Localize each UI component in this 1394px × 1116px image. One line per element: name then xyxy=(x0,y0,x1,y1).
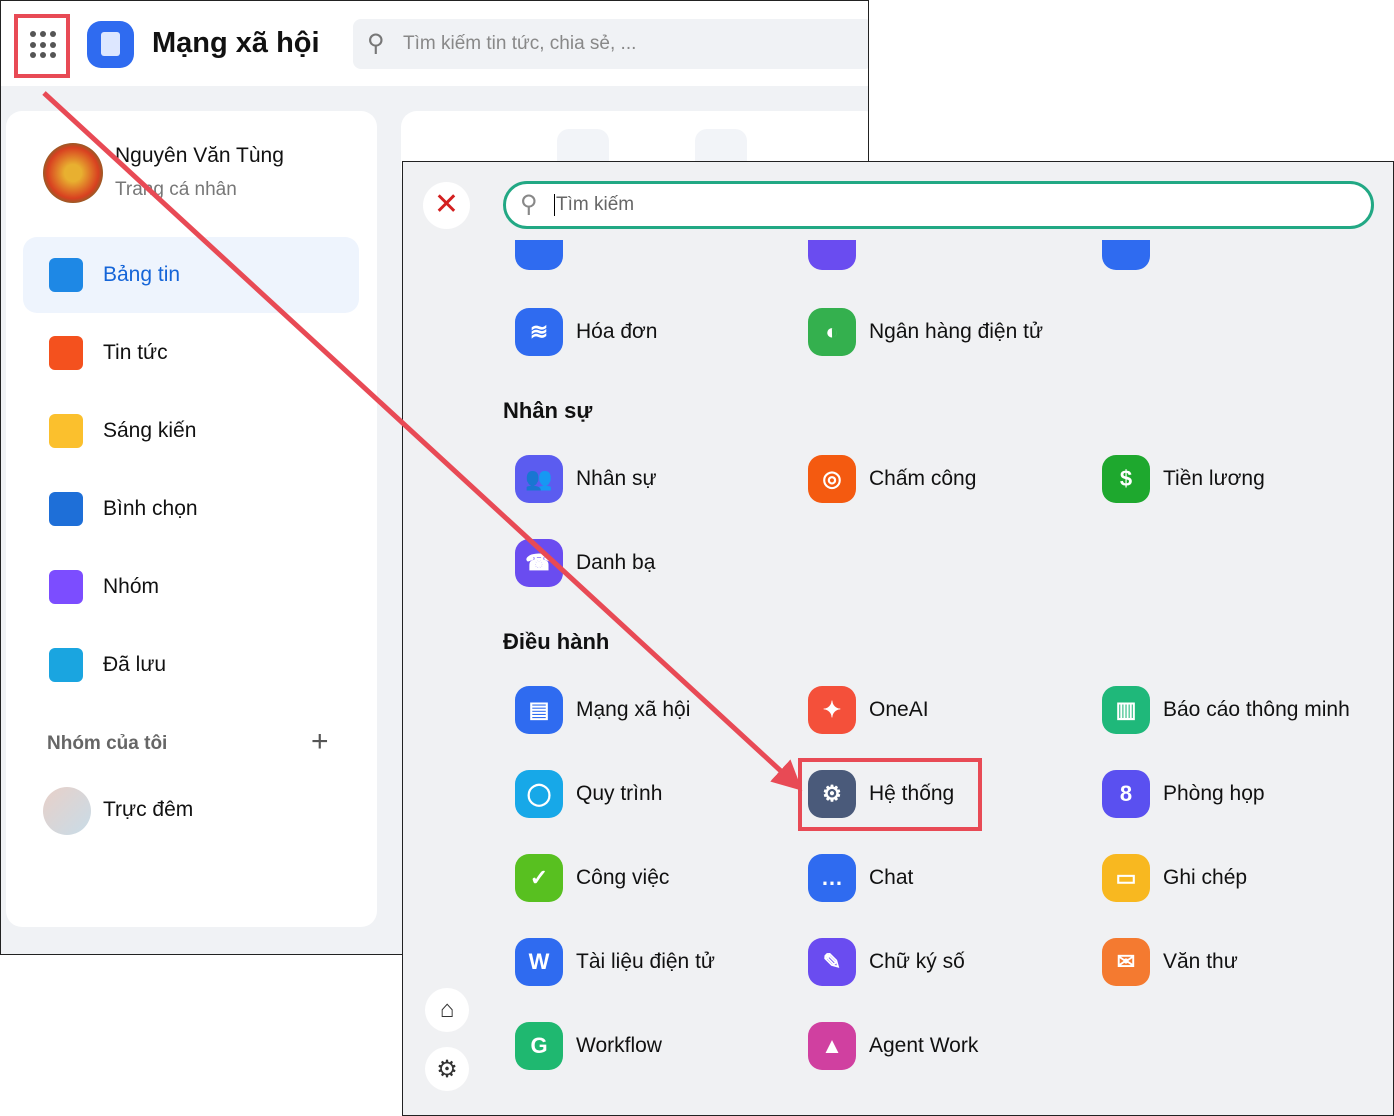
annotation-arrow xyxy=(42,91,803,791)
